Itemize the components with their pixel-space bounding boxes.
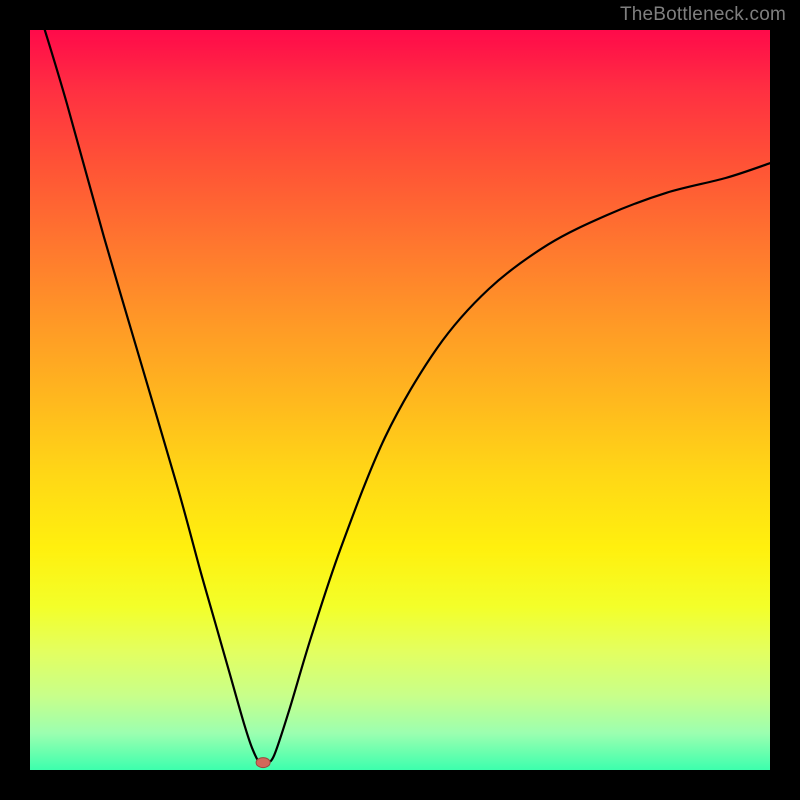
watermark-text: TheBottleneck.com xyxy=(620,4,786,26)
chart-frame: TheBottleneck.com xyxy=(0,0,800,800)
minimum-marker xyxy=(256,758,270,768)
curve-svg xyxy=(30,30,770,770)
bottleneck-curve-path xyxy=(45,30,770,764)
plot-area xyxy=(30,30,770,770)
